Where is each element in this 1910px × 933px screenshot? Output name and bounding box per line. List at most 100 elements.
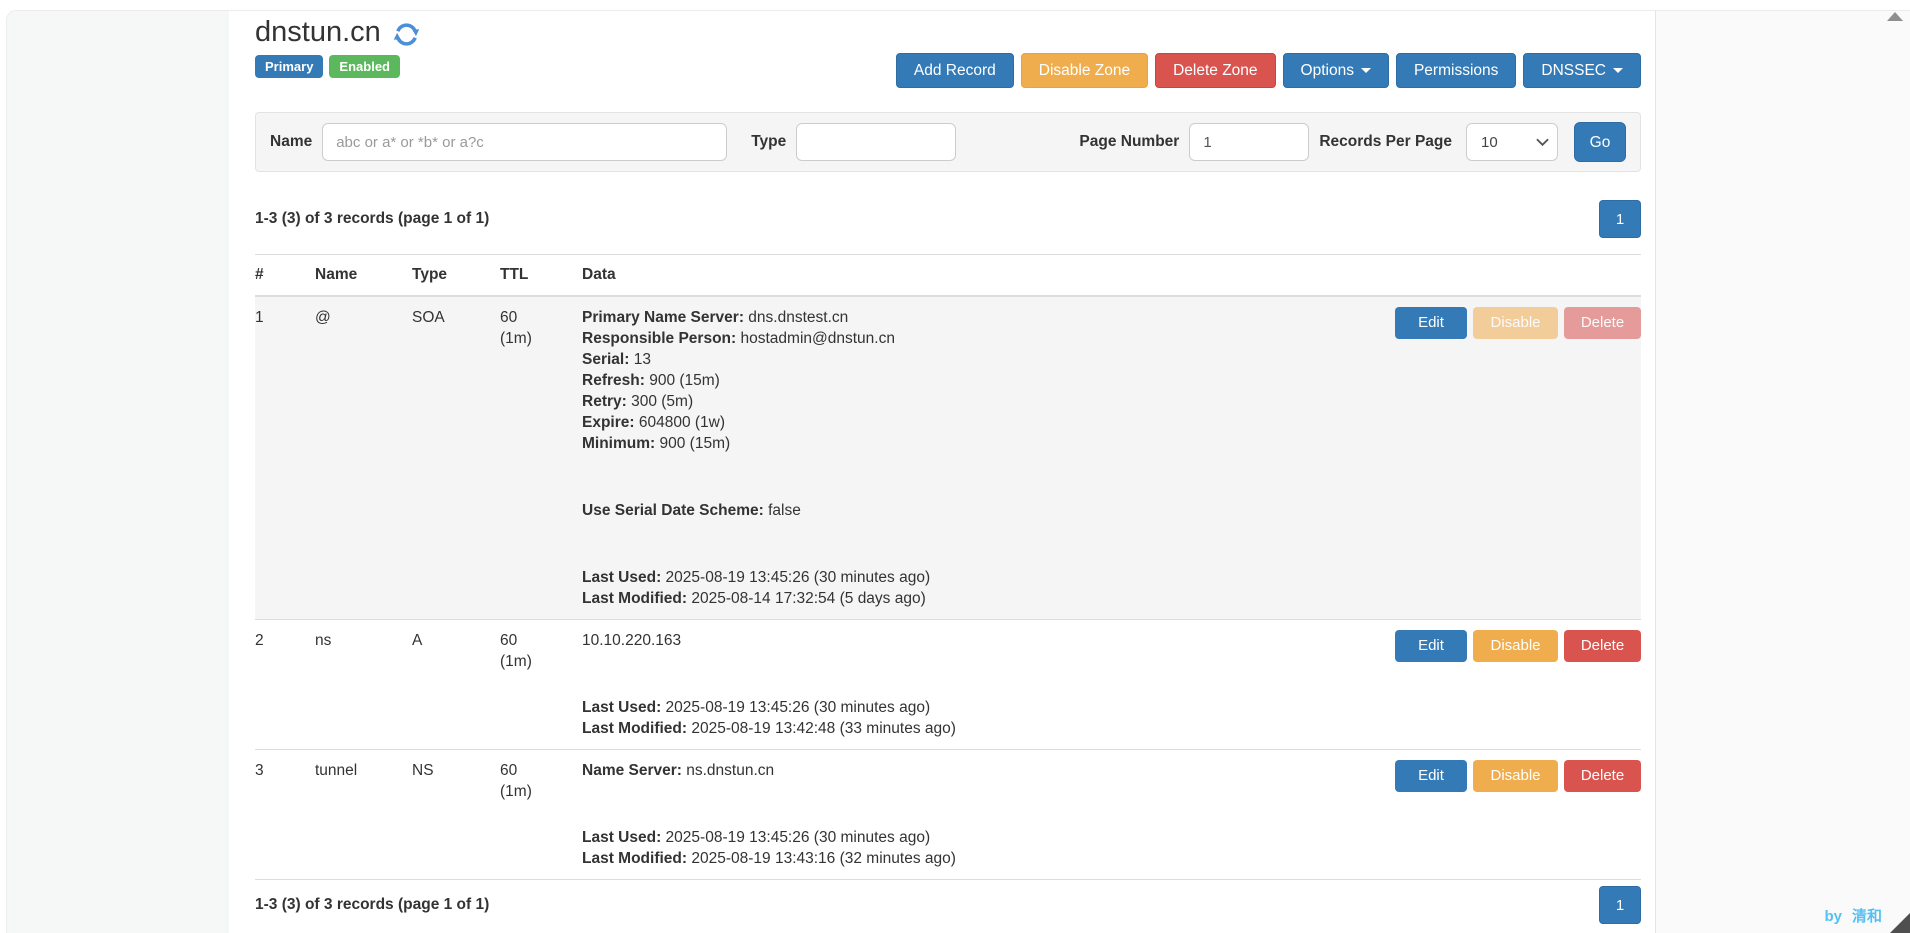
data-line-label: Primary Name Server:	[582, 309, 744, 326]
page-number-label: Page Number	[1079, 133, 1179, 151]
data-line: Last Modified: 2025-08-14 17:32:54 (5 da…	[582, 588, 1379, 609]
data-line-label: Refresh:	[582, 372, 645, 389]
data-line-label: Last Used:	[582, 569, 661, 586]
ttl-line: (1m)	[500, 781, 582, 802]
data-line-label: Minimum:	[582, 435, 655, 452]
pagination-top: 1-3 (3) of 3 records (page 1 of 1) 1	[255, 200, 1641, 238]
type-filter-label: Type	[751, 133, 786, 151]
data-line: Last Used: 2025-08-19 13:45:26 (30 minut…	[582, 697, 1379, 718]
page-1-button[interactable]: 1	[1599, 200, 1641, 238]
dnssec-dropdown-button[interactable]: DNSSEC	[1523, 53, 1641, 88]
data-line-label: Use Serial Date Scheme:	[582, 502, 764, 519]
record-ttl: 60(1m)	[500, 760, 582, 802]
data-line: Use Serial Date Scheme: false	[582, 500, 1379, 521]
data-line: Name Server: ns.dnstun.cn	[582, 760, 1379, 781]
data-line-label: Retry:	[582, 393, 627, 410]
table-row: 1@SOA60(1m)Primary Name Server: dns.dnst…	[255, 297, 1641, 620]
caret-down-icon	[1613, 68, 1623, 73]
data-line-label: Last Used:	[582, 699, 661, 716]
data-line: Last Modified: 2025-08-19 13:42:48 (33 m…	[582, 718, 1379, 739]
data-line-label: Last Modified:	[582, 590, 687, 607]
data-line: Last Used: 2025-08-19 13:45:26 (30 minut…	[582, 567, 1379, 588]
disable-record-button[interactable]: Disable	[1473, 630, 1558, 662]
zone-toolbar: Add Record Disable Zone Delete Zone Opti…	[896, 53, 1641, 88]
records-per-page-wrap: 10	[1466, 123, 1558, 161]
add-record-button[interactable]: Add Record	[896, 53, 1014, 88]
delete-record-button[interactable]: Delete	[1564, 630, 1641, 662]
edit-record-button[interactable]: Edit	[1395, 307, 1467, 339]
row-number: 3	[255, 760, 315, 781]
name-filter-input[interactable]	[322, 123, 727, 161]
ttl-line: (1m)	[500, 328, 582, 349]
zone-state-badge: Enabled	[329, 55, 400, 78]
refresh-icon[interactable]	[393, 21, 420, 48]
disable-zone-button[interactable]: Disable Zone	[1021, 53, 1148, 88]
data-line: Retry: 300 (5m)	[582, 391, 1379, 412]
records-per-page-label: Records Per Page	[1319, 133, 1452, 151]
table-row: 2nsA60(1m)10.10.220.163 Last Used: 2025-0…	[255, 620, 1641, 750]
data-line-label: Name Server:	[582, 762, 682, 779]
delete-record-button[interactable]: Delete	[1564, 307, 1641, 339]
ttl-line: (1m)	[500, 651, 582, 672]
record-actions: EditDisableDelete	[1389, 630, 1641, 662]
data-line: 10.10.220.163	[582, 630, 1379, 651]
data-line-label: Expire:	[582, 414, 635, 431]
disable-record-button[interactable]: Disable	[1473, 760, 1558, 792]
record-actions: EditDisableDelete	[1389, 760, 1641, 792]
pagination-bottom: 1-3 (3) of 3 records (page 1 of 1) 1	[255, 886, 1641, 924]
data-line-label: Responsible Person:	[582, 330, 736, 347]
row-number: 1	[255, 307, 315, 328]
record-data: Primary Name Server: dns.dnstest.cnRespo…	[582, 307, 1389, 609]
edit-record-button[interactable]: Edit	[1395, 630, 1467, 662]
header-ttl: TTL	[500, 264, 582, 285]
permissions-button[interactable]: Permissions	[1396, 53, 1516, 88]
disable-record-button[interactable]: Disable	[1473, 307, 1558, 339]
data-spacer	[582, 781, 1379, 827]
data-line-label: Last Used:	[582, 829, 661, 846]
data-spacer	[582, 454, 1379, 500]
credit-name: 清和	[1852, 908, 1882, 925]
options-dropdown-button[interactable]: Options	[1283, 53, 1389, 88]
record-filter-bar: Name Type Page Number Records Per Page 1…	[255, 112, 1641, 172]
zone-name: dnstun.cn	[255, 15, 381, 49]
caret-down-icon	[1361, 68, 1371, 73]
row-number: 2	[255, 630, 315, 651]
header-name: Name	[315, 264, 412, 285]
delete-record-button[interactable]: Delete	[1564, 760, 1641, 792]
scrollbar-up-arrow-icon[interactable]	[1887, 12, 1903, 21]
record-type: A	[412, 630, 500, 651]
page-1-button-bottom[interactable]: 1	[1599, 886, 1641, 924]
name-filter-label: Name	[270, 133, 312, 151]
delete-zone-button[interactable]: Delete Zone	[1155, 53, 1275, 88]
data-line: Expire: 604800 (1w)	[582, 412, 1379, 433]
ttl-line: 60	[500, 630, 582, 651]
credit-link[interactable]: by 清和	[1824, 905, 1882, 926]
header-data: Data	[582, 264, 1389, 285]
go-button[interactable]: Go	[1574, 122, 1626, 162]
record-type: NS	[412, 760, 500, 781]
data-line-label: Last Modified:	[582, 850, 687, 867]
credit-by: by	[1824, 908, 1842, 925]
data-line: Serial: 13	[582, 349, 1379, 370]
zones-page-card: dnstun.cn Primary Enabled Add Record Dis…	[6, 10, 1910, 933]
type-filter-input[interactable]	[796, 123, 956, 161]
options-label: Options	[1301, 62, 1354, 79]
records-table: # Name Type TTL Data 1@SOA60(1m)Primary …	[255, 254, 1641, 880]
zone-header: dnstun.cn Primary Enabled Add Record Dis…	[255, 15, 1641, 78]
record-name: ns	[315, 630, 412, 651]
table-row: 3tunnelNS60(1m)Name Server: ns.dnstun.cn…	[255, 750, 1641, 880]
page-number-input[interactable]	[1189, 123, 1309, 161]
header-type: Type	[412, 264, 500, 285]
corner-grip-icon	[1890, 913, 1910, 933]
data-line: Responsible Person: hostadmin@dnstun.cn	[582, 328, 1379, 349]
records-per-page-select[interactable]: 10	[1466, 123, 1558, 161]
edit-record-button[interactable]: Edit	[1395, 760, 1467, 792]
records-summary: 1-3 (3) of 3 records (page 1 of 1)	[255, 210, 489, 228]
data-spacer	[582, 651, 1379, 697]
data-spacer	[582, 521, 1379, 567]
records-summary-bottom: 1-3 (3) of 3 records (page 1 of 1)	[255, 896, 489, 914]
ttl-line: 60	[500, 760, 582, 781]
data-line: Refresh: 900 (15m)	[582, 370, 1379, 391]
data-line: Last Used: 2025-08-19 13:45:26 (30 minut…	[582, 827, 1379, 848]
dnssec-label: DNSSEC	[1541, 62, 1606, 79]
